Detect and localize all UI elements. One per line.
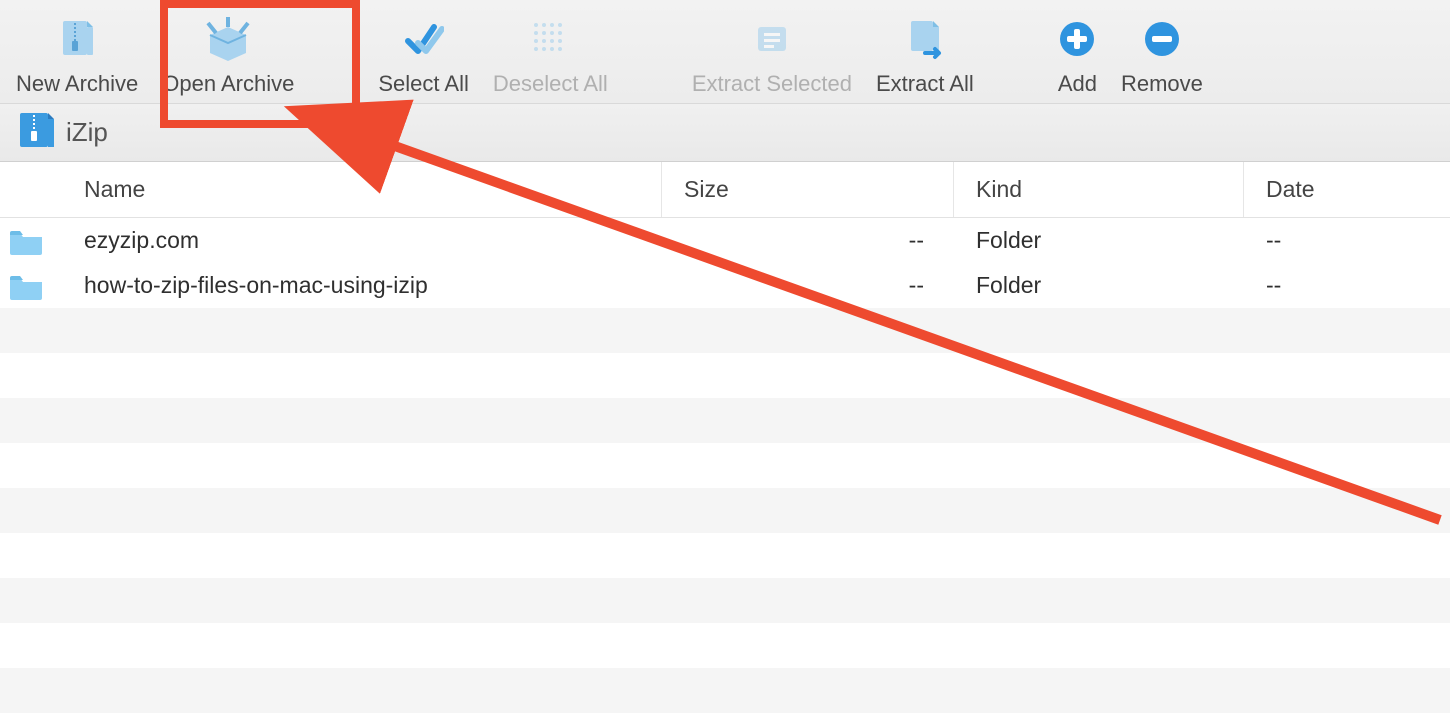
add-button[interactable]: Add [1058,17,1097,97]
cell-date: -- [1244,272,1450,299]
extract-all-icon [905,17,945,61]
cell-size: -- [662,272,954,299]
cell-name: how-to-zip-files-on-mac-using-izip [72,272,662,299]
cell-date: -- [1244,227,1450,254]
table-row[interactable]: ezyzip.com -- Folder -- [0,218,1450,263]
empty-stripes [0,308,1450,713]
folder-icon [0,272,72,300]
add-icon [1058,17,1096,61]
col-icon-spacer [0,162,72,217]
select-all-label: Select All [378,71,469,97]
new-archive-icon [57,17,97,61]
column-headers: Name Size Kind Date [0,162,1450,218]
cell-size: -- [662,227,954,254]
new-archive-button[interactable]: New Archive [16,17,138,97]
select-all-icon [404,17,444,61]
folder-icon [0,227,72,255]
open-archive-button[interactable]: Open Archive [162,17,294,97]
cell-kind: Folder [954,272,1244,299]
new-archive-label: New Archive [16,71,138,97]
open-archive-icon [204,17,252,61]
app-icon [18,109,56,156]
deselect-all-button[interactable]: Deselect All [493,17,608,97]
add-label: Add [1058,71,1097,97]
col-date-header[interactable]: Date [1244,162,1450,217]
open-archive-label: Open Archive [162,71,294,97]
col-name-header[interactable]: Name [72,162,662,217]
remove-label: Remove [1121,71,1203,97]
cell-kind: Folder [954,227,1244,254]
col-size-header[interactable]: Size [662,162,954,217]
deselect-all-label: Deselect All [493,71,608,97]
table-row[interactable]: how-to-zip-files-on-mac-using-izip -- Fo… [0,263,1450,308]
remove-button[interactable]: Remove [1121,17,1203,97]
col-kind-header[interactable]: Kind [954,162,1244,217]
app-name: iZip [66,117,108,148]
breadcrumb: iZip [0,104,1450,162]
remove-icon [1143,17,1181,61]
extract-selected-icon [752,17,792,61]
file-list: ezyzip.com -- Folder -- how-to-zip-files… [0,218,1450,713]
select-all-button[interactable]: Select All [378,17,469,97]
extract-selected-label: Extract Selected [692,71,852,97]
extract-all-button[interactable]: Extract All [876,17,974,97]
extract-selected-button[interactable]: Extract Selected [692,17,852,97]
deselect-all-icon [530,17,570,61]
cell-name: ezyzip.com [72,227,662,254]
toolbar: New Archive Open Archive Select All [0,0,1450,104]
extract-all-label: Extract All [876,71,974,97]
